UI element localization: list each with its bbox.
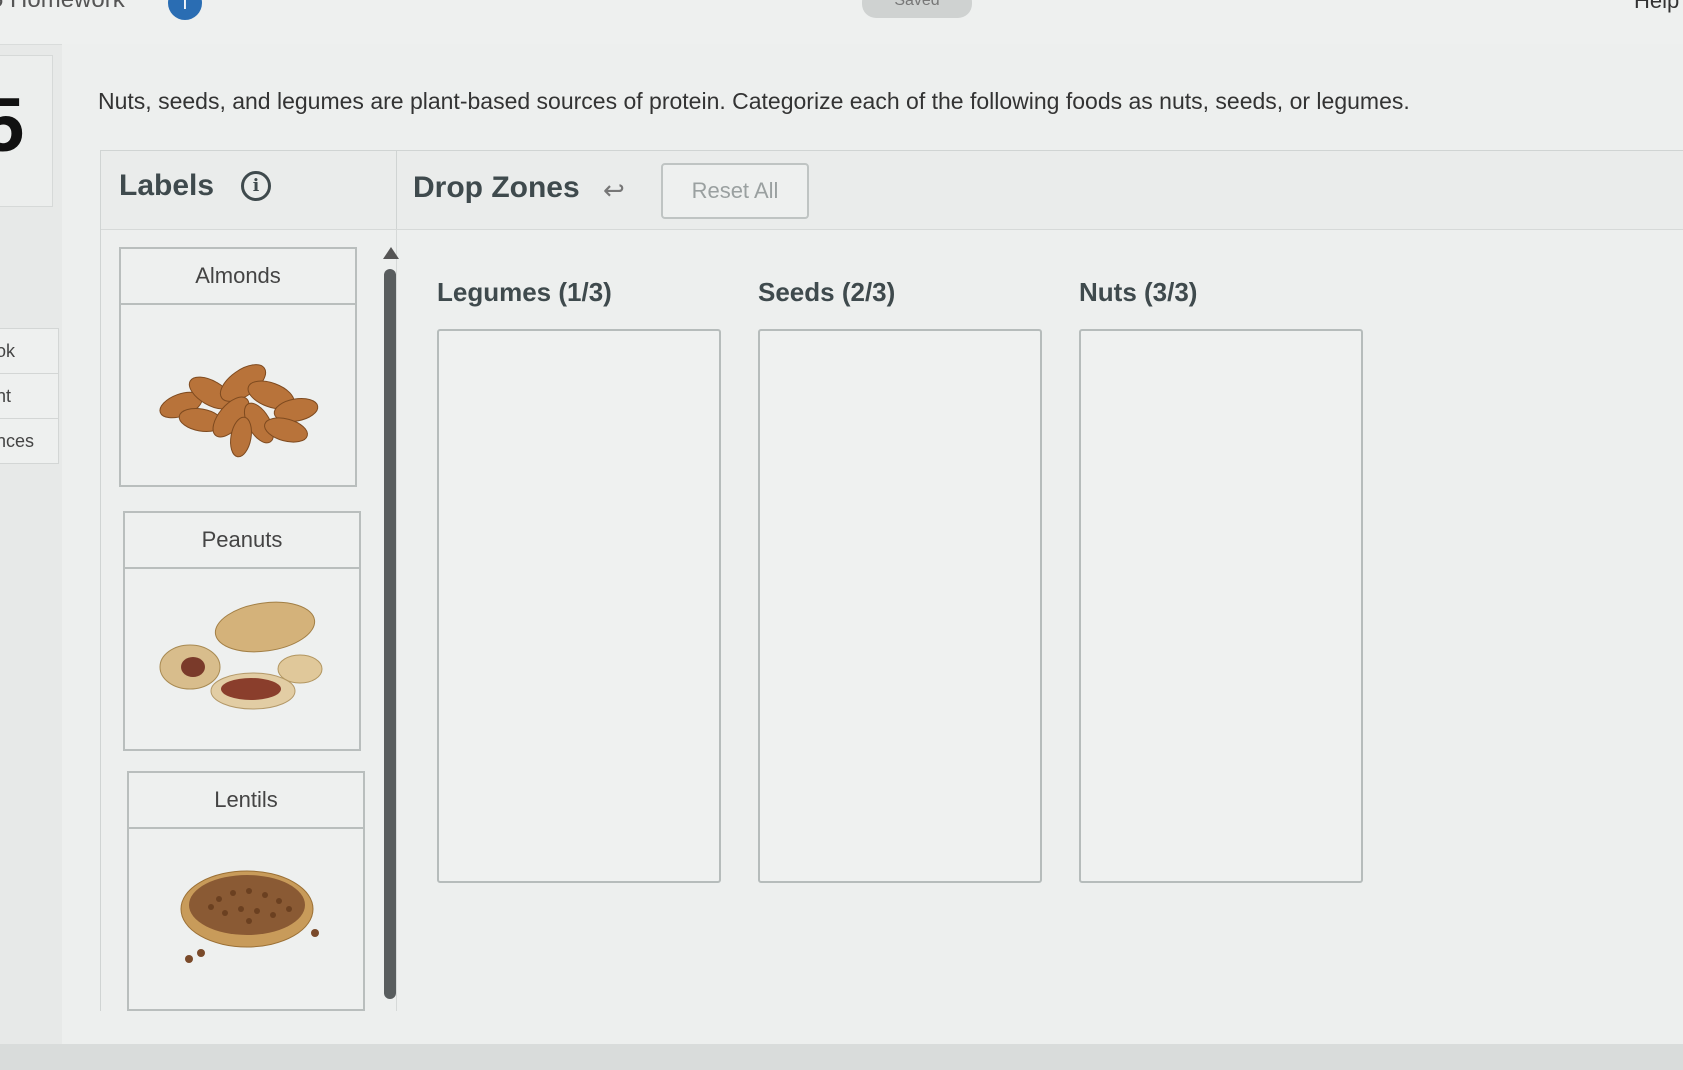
- drop-zone-legumes[interactable]: [437, 329, 721, 883]
- saved-status-badge: Saved: [862, 0, 972, 18]
- drop-zone-nuts[interactable]: [1079, 329, 1363, 883]
- side-tab-print[interactable]: nt: [0, 373, 59, 419]
- top-bar: 5 Homework i Saved Help: [0, 0, 1683, 45]
- labels-scrollbar[interactable]: [382, 247, 399, 1007]
- drop-zone-title-legumes: Legumes (1/3): [437, 277, 612, 307]
- scroll-thumb[interactable]: [384, 269, 396, 999]
- help-link[interactable]: Help: [1634, 0, 1679, 14]
- lentils-image: [129, 829, 363, 1009]
- labels-heading: Labels: [119, 169, 215, 202]
- question-number: 5: [0, 83, 25, 168]
- label-card-almonds[interactable]: Almonds: [119, 247, 357, 487]
- label-text: Almonds: [121, 249, 355, 305]
- reset-all-button[interactable]: Reset All: [661, 163, 809, 219]
- drop-zone-seeds[interactable]: [758, 329, 1042, 883]
- assignment-info-icon[interactable]: i: [168, 0, 202, 20]
- label-card-peanuts[interactable]: Peanuts: [123, 511, 361, 751]
- label-card-lentils[interactable]: Lentils: [127, 771, 365, 1011]
- side-tab-ebook[interactable]: ok: [0, 328, 59, 374]
- question-prompt: Nuts, seeds, and legumes are plant-based…: [98, 88, 1410, 114]
- drag-drop-widget: Labels i Drop Zones ↩ Reset All Almonds: [100, 150, 1683, 1011]
- header-divider: [396, 151, 397, 229]
- drop-zone-title-seeds: Seeds (2/3): [758, 277, 896, 307]
- assignment-title: 5 Homework: [0, 0, 125, 14]
- scroll-up-arrow[interactable]: [383, 247, 399, 259]
- peanuts-image: [125, 569, 359, 749]
- label-text: Peanuts: [125, 513, 359, 569]
- drop-zone-title-nuts: Nuts (3/3): [1079, 277, 1198, 307]
- side-tab-references[interactable]: nces: [0, 418, 59, 464]
- drop-zones-heading: Drop Zones: [413, 171, 580, 204]
- bottom-bar: [0, 1044, 1683, 1070]
- almonds-image: [121, 305, 355, 485]
- label-text: Lentils: [129, 773, 363, 829]
- widget-header: Labels i Drop Zones ↩ Reset All: [101, 151, 1683, 230]
- info-icon[interactable]: i: [241, 171, 271, 201]
- labels-column: Almonds Peanuts Lentils: [101, 229, 397, 1011]
- undo-icon[interactable]: ↩: [603, 175, 625, 206]
